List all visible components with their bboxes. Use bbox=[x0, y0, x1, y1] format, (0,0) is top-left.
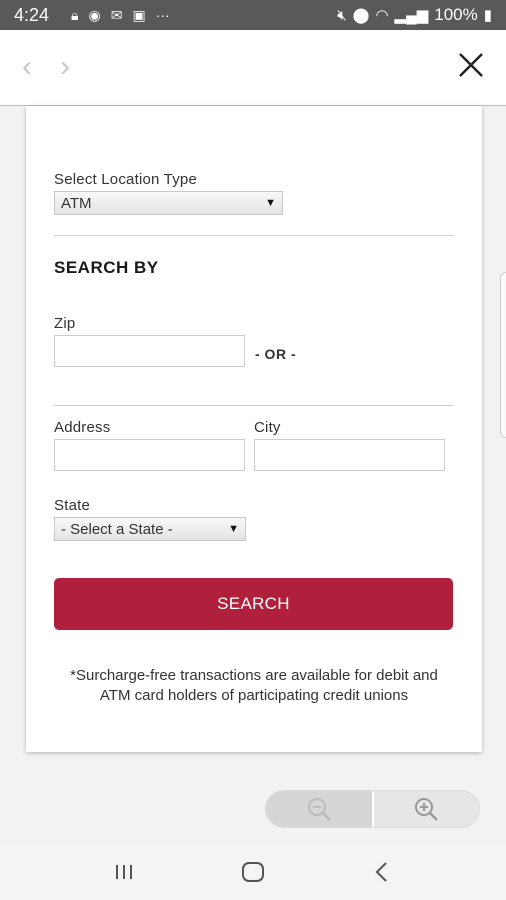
zoom-in-icon bbox=[415, 798, 439, 821]
battery-percent: 100% bbox=[434, 5, 478, 24]
city-label: City bbox=[254, 419, 281, 436]
wifi-icon: ◠ bbox=[375, 7, 389, 24]
zoom-out-button[interactable] bbox=[266, 791, 374, 827]
location-type-label: Select Location Type bbox=[54, 171, 197, 188]
system-nav-bar bbox=[0, 843, 506, 900]
image-icon: ▣ bbox=[132, 6, 146, 23]
dropdown-arrow-icon: ▼ bbox=[228, 523, 239, 535]
forward-arrow-icon[interactable]: › bbox=[60, 52, 70, 82]
divider bbox=[54, 235, 454, 236]
account-icon: ◉ bbox=[88, 6, 101, 23]
zoom-control bbox=[265, 790, 480, 828]
more-icon: ··· bbox=[155, 6, 170, 23]
city-input[interactable] bbox=[254, 439, 445, 471]
back-icon[interactable] bbox=[368, 858, 396, 886]
lock-icon: 🔒︎ bbox=[71, 6, 79, 23]
dropdown-arrow-icon: ▼ bbox=[265, 197, 276, 209]
location-type-select[interactable]: ATM ▼ bbox=[54, 191, 283, 215]
zoom-out-icon bbox=[307, 798, 331, 821]
browser-toolbar: ‹ › bbox=[0, 30, 506, 106]
search-button[interactable]: SEARCH bbox=[54, 578, 453, 630]
status-time: 4:24 bbox=[14, 4, 50, 25]
state-select[interactable]: - Select a State - ▼ bbox=[54, 517, 246, 541]
address-input[interactable] bbox=[54, 439, 245, 471]
state-value: - Select a State - bbox=[61, 520, 173, 538]
recent-apps-icon[interactable] bbox=[110, 858, 138, 886]
status-bar: 4:24 🔒︎ ◉ ✉ ▣ ··· 🔇︎ ⬤ ◠ ▂▄▆ 100% ▮ bbox=[0, 0, 506, 30]
signal-icon: ▂▄▆ bbox=[394, 7, 429, 24]
location-icon: ⬤ bbox=[352, 7, 370, 24]
mail-icon: ✉ bbox=[110, 6, 123, 23]
zip-input[interactable] bbox=[54, 335, 245, 367]
home-icon[interactable] bbox=[239, 858, 267, 886]
mute-icon: 🔇︎ bbox=[337, 6, 347, 24]
locator-form-card: Select Location Type ATM ▼ SEARCH BY Zip… bbox=[26, 106, 482, 752]
system-icons: 🔇︎ ⬤ ◠ ▂▄▆ 100% ▮ bbox=[337, 5, 492, 25]
zoom-in-button[interactable] bbox=[374, 791, 480, 827]
back-arrow-icon[interactable]: ‹ bbox=[22, 52, 32, 82]
address-label: Address bbox=[54, 419, 111, 436]
location-type-value: ATM bbox=[61, 194, 92, 212]
divider bbox=[54, 405, 454, 406]
edge-panel-handle[interactable] bbox=[500, 272, 506, 438]
or-separator: - OR - bbox=[255, 346, 297, 362]
state-label: State bbox=[54, 497, 91, 514]
close-icon[interactable] bbox=[456, 50, 486, 80]
notification-icons: 🔒︎ ◉ ✉ ▣ ··· bbox=[71, 7, 170, 24]
surcharge-note: *Surcharge-free transactions are availab… bbox=[70, 667, 438, 704]
battery-icon: ▮ bbox=[483, 7, 492, 24]
zip-label: Zip bbox=[54, 315, 76, 332]
search-by-heading: SEARCH BY bbox=[54, 258, 159, 277]
